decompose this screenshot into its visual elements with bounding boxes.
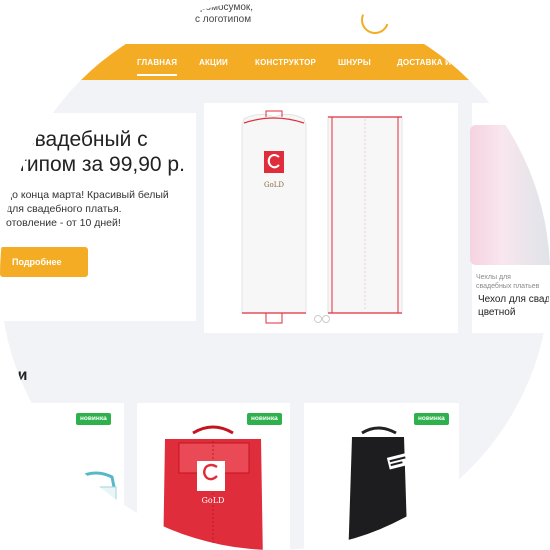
side-category-line-1: Чехлы для [476, 274, 511, 281]
hero-banner-text: л свадебный с отипом за 99,90 р. до конц… [0, 113, 196, 321]
nav-item-constructor[interactable]: КОНСТРУКТОР [255, 58, 316, 67]
product-logo-text: GoLD [202, 496, 225, 505]
more-details-button[interactable]: Подробнее [0, 247, 88, 277]
new-badge: новинка [76, 413, 111, 425]
hero-title-line-1: л свадебный с [6, 128, 148, 151]
hero-text-line-2: для свадебного платья. [6, 203, 122, 215]
side-category-line-2: свадебных платьев [476, 283, 540, 290]
product-card[interactable]: новинка [0, 403, 124, 550]
hero-title-line-2: отипом за 99,90 р. [6, 153, 185, 176]
product-card[interactable]: новинка GoLD [137, 403, 290, 550]
header-icon[interactable] [361, 6, 389, 34]
nav-item-cords[interactable]: ШНУРЫ [338, 58, 371, 67]
side-product-category: Чехлы для свадебных платьев [476, 273, 539, 291]
tagline-line-1: ромосумок, [200, 2, 254, 13]
side-name-line-1: Чехол для свад [478, 294, 550, 305]
section-title: нки [0, 367, 28, 384]
garment-covers-illustration: GoLD [241, 110, 403, 324]
nav-item-delivery[interactable]: ДОСТАВКА И С [397, 58, 459, 67]
tagline-line-2: с логотипом [195, 14, 252, 25]
side-product-name: Чехол для свад цветной [478, 293, 550, 319]
circular-viewport: ромосумок, с логотипом ГЛАВНАЯ АКЦИИ КОН… [0, 0, 550, 550]
hero-product-image: GoLD [204, 103, 458, 333]
nav-item-home[interactable]: ГЛАВНАЯ [137, 58, 178, 76]
hero-description: до конца марта! Красивый белый для сваде… [6, 188, 196, 230]
hero-title: л свадебный с отипом за 99,90 р. [6, 127, 196, 177]
nav-item-promotions[interactable]: АКЦИИ [199, 58, 228, 67]
hero-text-line-3: отовление - от 10 дней! [6, 217, 121, 229]
main-nav: ГЛАВНАЯ АКЦИИ КОНСТРУКТОР ШНУРЫ ДОСТАВКА… [0, 44, 550, 80]
header-tagline: ромосумок, с логотипом [160, 2, 253, 26]
product-image [348, 426, 412, 550]
new-badge: новинка [414, 413, 449, 425]
product-image: GoLD [163, 425, 263, 550]
hero-text-line-1: до конца марта! Красивый белый [6, 189, 169, 201]
front-logo-text: GoLD [264, 181, 284, 189]
product-image [79, 471, 117, 550]
new-badge: новинка [247, 413, 282, 425]
side-name-line-2: цветной [478, 307, 516, 318]
product-card[interactable]: новинка [304, 403, 459, 550]
side-product-photo [470, 125, 550, 265]
top-header: ромосумок, с логотипом [0, 0, 550, 44]
